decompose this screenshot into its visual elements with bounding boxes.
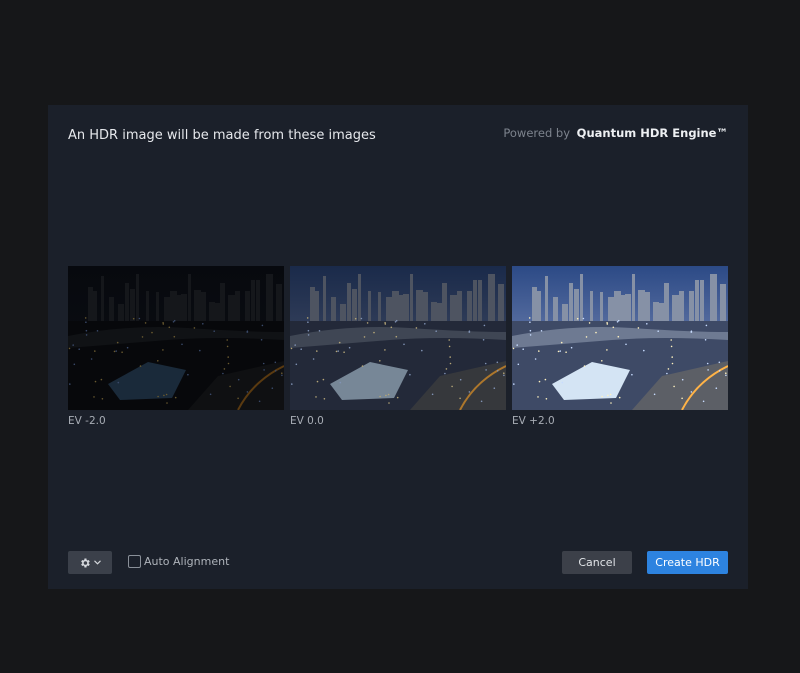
city-night-photo-dark [68, 266, 284, 410]
settings-button[interactable] [68, 551, 112, 574]
dialog-title: An HDR image will be made from these ima… [68, 128, 376, 143]
ev-label: EV +2.0 [512, 415, 555, 427]
auto-alignment-label: Auto Alignment [144, 555, 230, 568]
powered-by-label: Powered by [503, 126, 571, 140]
ev-label: EV 0.0 [290, 415, 324, 427]
powered-by-text: Powered by Quantum HDR Engine™ [503, 126, 728, 140]
auto-alignment-toggle[interactable]: Auto Alignment [128, 555, 229, 568]
city-night-photo-bright [512, 266, 728, 410]
chevron-down-icon [94, 560, 101, 565]
thumbnail-ev-minus-2[interactable]: EV -2.0 [68, 266, 284, 427]
gear-icon [81, 558, 90, 567]
hdr-dialog: An HDR image will be made from these ima… [48, 105, 748, 589]
auto-alignment-checkbox[interactable] [128, 555, 141, 568]
city-night-photo-normal [290, 266, 506, 410]
cancel-button[interactable]: Cancel [562, 551, 632, 574]
ev-label: EV -2.0 [68, 415, 106, 427]
thumbnail-ev-0[interactable]: EV 0.0 [290, 266, 506, 427]
thumbnail-ev-plus-2[interactable]: EV +2.0 [512, 266, 728, 427]
engine-name: Quantum HDR Engine™ [576, 126, 728, 140]
create-hdr-button[interactable]: Create HDR [647, 551, 728, 574]
